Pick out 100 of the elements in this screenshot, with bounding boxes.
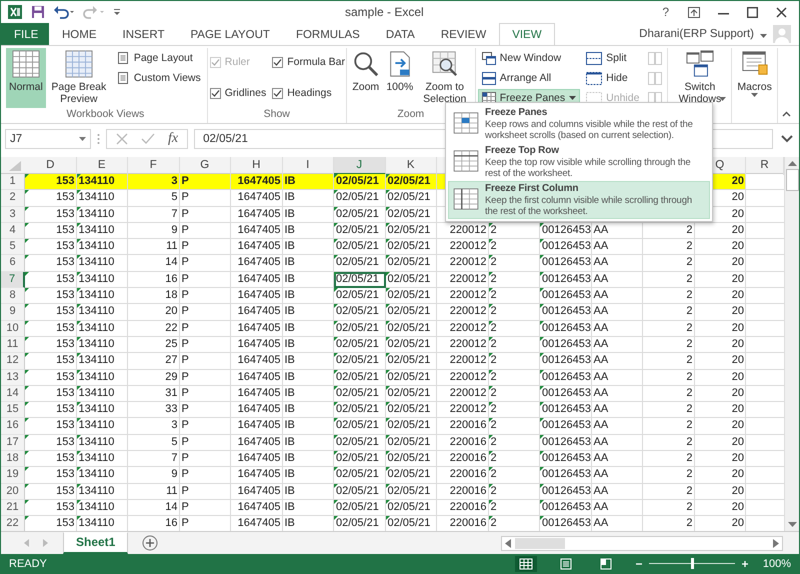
table-cell-text: P [182,353,190,368]
table-cell-text: AA [594,500,610,515]
table-cell: 00126453 [542,288,590,304]
table-cell-text: 9 [170,222,178,238]
table-cell-text: 20 [730,190,744,206]
table-cell-text: 20 [730,370,744,385]
menu-item-title: Freeze Top Row [485,145,560,157]
table-cell-text: P [182,255,190,270]
table-cell-text: AA [594,288,610,304]
table-cell-text: 153 [55,484,74,499]
table-cell-text: P [182,484,190,499]
table-cell-text: P [182,386,190,401]
table-cell-text: AA [594,516,610,531]
table-cell-text: 220012 [448,222,486,238]
table-cell-text: 20 [730,320,744,336]
table-cell-text: 1647405 [236,174,280,189]
table-cell-text: 20 [164,304,178,320]
table-cell-text: IB [284,500,296,515]
table-cell-text: P [182,467,190,482]
table-cell: 00126453 [542,434,590,450]
table-cell-text: 20 [730,500,744,515]
table-cell-text: 153 [55,500,74,515]
table-cell-text: 134110 [78,174,116,189]
table-cell-text: 153 [55,516,74,531]
table-cell-text: 220012 [448,402,486,418]
table-cell-text: 5 [170,190,178,206]
table-cell-text: 5 [170,434,178,450]
table-cell-text: 02/05/21 [388,484,432,499]
table-cell-text: AA [594,451,610,466]
table-cell-text: 02/05/21 [336,336,380,352]
table-cell-text: 20 [730,516,744,531]
table-cell-text: 1647405 [236,484,280,499]
table-cell-text: 153 [55,206,74,222]
table-cell: 00126453 [542,353,590,368]
table-cell-text: 22 [164,320,178,336]
table-cell-text: 2 [685,500,692,515]
table-cell-text: IB [284,239,296,254]
table-cell-text: 220012 [448,370,486,385]
table-cell-text: 20 [730,272,744,287]
table-cell-text: 134110 [78,190,116,206]
table-cell-text: 153 [55,320,74,336]
table-cell-text: IB [284,206,296,222]
table-cell: 00126453 [542,255,590,270]
table-cell-text: P [182,190,190,206]
table-cell-text: 2 [685,239,692,254]
window-title: sample - Excel [345,5,425,19]
table-cell-text: 02/05/21 [388,320,432,336]
table-cell-text: IB [284,434,296,450]
table-cell-text: 02/05/21 [388,239,432,254]
table-cell-text: IB [284,451,296,466]
table-cell-text: P [182,500,190,515]
table-cell-text: AA [594,434,610,450]
table-cell-text: AA [594,386,610,401]
table-cell-text: P [182,288,190,304]
table-cell: 00126453 [542,467,590,482]
table-cell: 00126453 [542,239,590,254]
table-cell-text: 20 [730,336,744,352]
table-cell-text: 1647405 [236,255,280,270]
table-cell-text: 31 [164,386,178,401]
table-cell-text: 2 [685,402,692,418]
table-cell-text: 02/05/21 [388,434,432,450]
table-cell-text: 02/05/21 [336,174,380,189]
table-cell-text: 20 [730,451,744,466]
menu-item-description: Keep rows and columns visible while the rest of the worksheet scrolls (based on current selection). [485,119,694,141]
table-cell-text: 25 [164,336,178,352]
menu-item-description: Keep the first column visible while scrolling through the rest of the worksheet. [485,195,693,217]
table-cell-text: 220012 [448,353,486,368]
table-cell-text: IB [284,320,296,336]
table-cell-text: 134110 [78,500,116,515]
table-cell-text: 2 [685,353,692,368]
table-cell-text: 220016 [448,484,486,499]
table-cell-text: 2 [685,272,692,287]
table-cell-text: 2 [685,484,692,499]
table-cell-text: 220016 [448,500,486,515]
table-cell-text: AA [594,370,610,385]
table-cell-text: AA [594,239,610,254]
table-cell-text: 1647405 [236,370,280,385]
table-cell-text: IB [284,418,296,434]
table-cell-text: 220012 [448,272,486,287]
table-cell-text: 14 [164,255,178,270]
table-cell-text: 2 [685,434,692,450]
table-cell-text: 02/05/21 [388,222,432,238]
table-cell-text: IB [284,272,296,287]
table-cell-text: 153 [55,288,74,304]
table-cell-text: 02/05/21 [388,467,432,482]
table-cell-text: 02/05/21 [336,239,380,254]
table-cell-text: 134110 [78,516,116,531]
table-cell-text: AA [594,484,610,499]
table-cell-text: IB [284,255,296,270]
table-cell-text: 2 [490,336,498,352]
table-cell-text: 2 [490,418,498,434]
table-cell-text: 1647405 [236,386,280,401]
table-cell-text: 134110 [78,467,116,482]
table-cell-text: P [182,272,190,287]
table-cell-text: 1647405 [236,272,280,287]
table-cell-text: 2 [685,288,692,304]
table-cell-text: 220012 [448,288,486,304]
menu-item-description: Keep the top row visible while scrolling through the rest of the worksheet. [485,157,692,179]
table-cell-text: 134110 [78,206,116,222]
table-cell: 00126453 [542,386,590,401]
